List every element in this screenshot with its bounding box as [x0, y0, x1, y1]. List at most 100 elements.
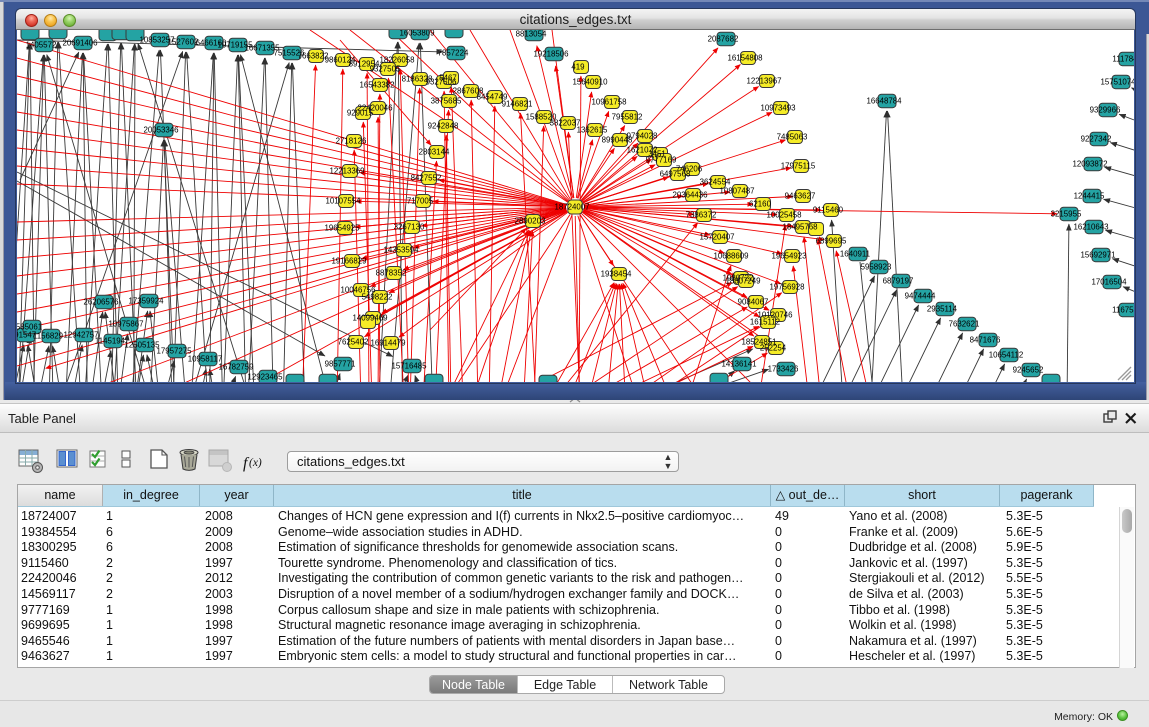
svg-text:16543382: 16543382 — [359, 81, 394, 90]
svg-text:929015: 929015 — [347, 109, 374, 118]
svg-text:1145194: 1145194 — [95, 337, 126, 346]
svg-text:7857224: 7857224 — [438, 49, 469, 58]
svg-text:19218506: 19218506 — [533, 50, 569, 59]
svg-text:12942757: 12942757 — [63, 331, 98, 340]
svg-text:15692971: 15692971 — [1080, 251, 1115, 260]
svg-text:12213967: 12213967 — [746, 77, 781, 86]
svg-text:10975867: 10975867 — [108, 320, 143, 329]
svg-text:16053809: 16053809 — [399, 30, 435, 38]
svg-text:14099469: 14099469 — [352, 314, 388, 323]
svg-text:26206576: 26206576 — [83, 298, 119, 307]
svg-text:1640911: 1640911 — [840, 250, 870, 259]
svg-text:116753: 116753 — [1112, 306, 1134, 315]
svg-text:746206: 746206 — [676, 165, 703, 174]
svg-text:15720407: 15720407 — [699, 233, 734, 242]
svg-text:12505135: 12505135 — [124, 341, 160, 350]
svg-text:6879197: 6879197 — [883, 277, 914, 286]
svg-text:7485063: 7485063 — [777, 133, 808, 142]
svg-text:20691406: 20691406 — [62, 39, 98, 48]
svg-text:18226058: 18226058 — [379, 56, 415, 65]
svg-text:2718126: 2718126 — [336, 137, 367, 146]
svg-text:12923465: 12923465 — [247, 373, 283, 382]
svg-text:17975115: 17975115 — [781, 162, 816, 171]
svg-text:10025458: 10025458 — [766, 211, 802, 220]
svg-text:9084067: 9084067 — [738, 298, 769, 307]
svg-text:10107554: 10107554 — [325, 197, 361, 206]
svg-text:16914479: 16914479 — [370, 339, 406, 348]
svg-text:3624554: 3624554 — [700, 178, 731, 187]
svg-text:17016504: 17016504 — [1091, 278, 1127, 287]
svg-text:9242848: 9242848 — [428, 122, 459, 131]
svg-text:2087682: 2087682 — [708, 35, 739, 44]
svg-text:19756928: 19756928 — [769, 283, 805, 292]
svg-text:9329966: 9329966 — [1090, 106, 1121, 115]
svg-text:5498222: 5498222 — [362, 293, 393, 302]
svg-text:10688609: 10688609 — [713, 252, 749, 261]
svg-text:18807249: 18807249 — [725, 277, 761, 286]
svg-text:1733426: 1733426 — [768, 365, 799, 374]
svg-text:9327505: 9327505 — [370, 65, 401, 74]
svg-text:16154808: 16154808 — [727, 54, 763, 63]
svg-text:14353594: 14353594 — [383, 246, 419, 255]
svg-text:1362615: 1362615 — [577, 126, 608, 135]
svg-text:2935114: 2935114 — [927, 305, 958, 314]
svg-text:(x): (x) — [249, 457, 262, 469]
svg-text:12093872: 12093872 — [1072, 160, 1107, 169]
svg-text:6899695: 6899695 — [816, 237, 847, 246]
svg-text:62160: 62160 — [749, 200, 772, 209]
svg-text:5958923: 5958923 — [861, 263, 892, 272]
svg-text:2890203: 2890203 — [515, 217, 546, 226]
svg-text:5467: 5467 — [439, 74, 457, 83]
svg-text:111784: 111784 — [1112, 55, 1134, 64]
svg-text:7632621: 7632621 — [949, 320, 980, 329]
svg-text:2803144: 2803144 — [419, 148, 450, 157]
svg-text:8427552: 8427552 — [411, 174, 442, 183]
svg-text:9463627: 9463627 — [785, 192, 816, 201]
svg-text:8878352: 8878352 — [376, 269, 407, 278]
svg-text:16648784: 16648784 — [866, 97, 902, 106]
svg-text:19166829: 19166829 — [331, 257, 367, 266]
svg-text:9146821: 9146821 — [502, 100, 533, 109]
svg-text:3215955: 3215955 — [1051, 210, 1082, 219]
svg-text:15640910: 15640910 — [572, 78, 608, 87]
svg-text:1405572: 1405572 — [26, 41, 57, 50]
svg-text:1156829: 1156829 — [33, 332, 64, 341]
svg-text:1938454: 1938454 — [601, 270, 632, 279]
svg-text:419: 419 — [571, 63, 585, 72]
svg-text:10654112: 10654112 — [989, 351, 1024, 360]
svg-text:8471676: 8471676 — [970, 336, 1001, 345]
svg-text:9245652: 9245652 — [1013, 366, 1044, 375]
svg-text:19654925: 19654925 — [324, 224, 360, 233]
svg-text:9794028: 9794028 — [627, 132, 658, 141]
svg-text:7955812: 7955812 — [612, 113, 643, 122]
svg-text:3267130: 3267130 — [394, 223, 425, 232]
svg-text:10807487: 10807487 — [719, 187, 754, 196]
svg-text:8813054: 8813054 — [516, 30, 547, 39]
svg-text:252254: 252254 — [760, 344, 787, 353]
svg-text:9777169: 9777169 — [646, 156, 677, 165]
svg-text:15751074: 15751074 — [1100, 78, 1134, 87]
svg-text:717005: 717005 — [407, 197, 434, 206]
svg-text:16210643: 16210643 — [1073, 223, 1109, 232]
svg-text:18495768: 18495768 — [782, 223, 818, 232]
svg-text:3875685: 3875685 — [431, 97, 462, 106]
svg-text:9857771: 9857771 — [325, 360, 356, 369]
svg-text:20364436: 20364436 — [672, 191, 708, 200]
svg-text:7625402: 7625402 — [338, 338, 369, 347]
svg-text:1527602: 1527602 — [168, 38, 199, 47]
svg-text:17359924: 17359924 — [128, 297, 164, 306]
svg-text:9115460: 9115460 — [813, 206, 844, 215]
svg-text:10961758: 10961758 — [591, 98, 627, 107]
svg-text:14136141: 14136141 — [721, 360, 756, 369]
svg-text:1615112: 1615112 — [750, 318, 780, 327]
svg-text:12213369: 12213369 — [329, 167, 365, 176]
svg-text:10973493: 10973493 — [760, 104, 796, 113]
svg-text:15716485: 15716485 — [391, 362, 427, 371]
svg-text:1244415: 1244415 — [1074, 192, 1105, 201]
svg-text:10958117: 10958117 — [188, 355, 223, 364]
svg-text:585061: 585061 — [17, 323, 42, 332]
svg-text:9474444: 9474444 — [905, 292, 936, 301]
svg-text:19654923: 19654923 — [771, 252, 807, 261]
svg-text:7386372: 7386372 — [686, 211, 717, 220]
svg-text:20053346: 20053346 — [143, 126, 179, 135]
